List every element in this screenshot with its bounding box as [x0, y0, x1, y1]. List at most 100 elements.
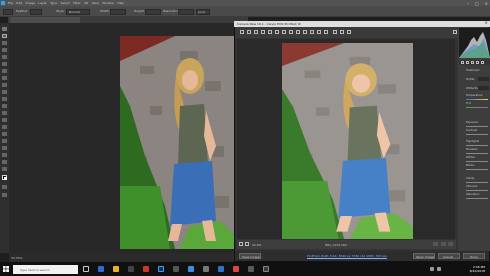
- pen-tool-icon[interactable]: [2, 125, 7, 129]
- menu-select[interactable]: Select: [60, 1, 69, 5]
- volume-icon[interactable]: [437, 267, 441, 271]
- marquee-tool-icon[interactable]: [2, 34, 7, 38]
- exposure-slider[interactable]: [466, 126, 488, 127]
- zoom-out-icon[interactable]: [239, 242, 243, 246]
- adjustment-brush-icon[interactable]: [310, 30, 314, 34]
- zoom-in-icon[interactable]: [245, 242, 249, 246]
- save-image-button[interactable]: Save Image...: [239, 253, 263, 259]
- hand-tool-icon[interactable]: [2, 153, 7, 157]
- lasso-tool-icon[interactable]: [2, 41, 7, 45]
- menu-3d[interactable]: 3D: [84, 1, 88, 5]
- saturation-slider[interactable]: [466, 198, 488, 199]
- camera-raw-photo[interactable]: [282, 43, 413, 239]
- vibrance-slider[interactable]: [466, 190, 488, 191]
- done-button[interactable]: Done: [463, 253, 485, 259]
- menu-image[interactable]: Image: [26, 1, 35, 5]
- height-input[interactable]: [145, 8, 161, 15]
- cancel-button[interactable]: Cancel: [438, 253, 460, 259]
- preview-preferences-icon[interactable]: [448, 242, 453, 246]
- straighten-tool-icon[interactable]: [282, 30, 286, 34]
- before-after-icon[interactable]: [433, 242, 438, 246]
- white-balance-tool-icon[interactable]: [254, 30, 258, 34]
- crop-tool-icon[interactable]: [275, 30, 279, 34]
- rotate-left-icon[interactable]: [340, 30, 344, 34]
- width-input[interactable]: [110, 8, 126, 15]
- menu-help[interactable]: Help: [117, 1, 124, 5]
- menu-filter[interactable]: Filter: [73, 1, 80, 5]
- word-icon[interactable]: [218, 266, 224, 272]
- zoom-level[interactable]: 22.6%: [252, 243, 262, 247]
- blur-tool-icon[interactable]: [2, 111, 7, 115]
- edge-icon[interactable]: [98, 266, 104, 272]
- eyedropper-tool-icon[interactable]: [2, 62, 7, 66]
- highlights-slider[interactable]: [466, 145, 488, 146]
- store-icon[interactable]: [128, 266, 134, 272]
- history-brush-tool-icon[interactable]: [2, 90, 7, 94]
- clarity-slider[interactable]: [466, 182, 488, 183]
- screen-mode-icon[interactable]: [2, 193, 7, 197]
- ps-zoom-readout[interactable]: 33.33%: [11, 256, 22, 260]
- dodge-tool-icon[interactable]: [2, 118, 7, 122]
- type-tool-icon[interactable]: [2, 132, 7, 136]
- zoom-tool-icon[interactable]: [2, 160, 7, 164]
- white-balance-select[interactable]: [478, 86, 489, 90]
- color-sampler-tool-icon[interactable]: [261, 30, 265, 34]
- spot-removal-tool-icon[interactable]: [296, 30, 300, 34]
- menu-view[interactable]: View: [92, 1, 99, 5]
- clone-stamp-tool-icon[interactable]: [2, 83, 7, 87]
- radial-filter-icon[interactable]: [324, 30, 328, 34]
- taskbar-search[interactable]: Type here to search: [13, 264, 78, 274]
- split-toning-tab-icon[interactable]: [481, 61, 484, 64]
- basic-panel-tab-icon[interactable]: [461, 61, 464, 64]
- workflow-options-link[interactable]: ProPhoto RGB; 8 bit; 3840 by 5760 (22.1M…: [307, 254, 387, 258]
- menu-file[interactable]: File: [8, 1, 13, 5]
- open-image-button[interactable]: Open Image: [413, 253, 435, 259]
- task-view-icon[interactable]: [83, 266, 89, 272]
- mail-icon[interactable]: [143, 266, 149, 272]
- hsl-tab-icon[interactable]: [476, 61, 479, 64]
- temperature-slider[interactable]: [466, 99, 488, 100]
- app-icon-4[interactable]: [263, 266, 269, 272]
- crop-tool-icon[interactable]: [2, 55, 7, 59]
- start-icon[interactable]: [3, 266, 9, 272]
- quick-mask-icon[interactable]: [2, 185, 7, 189]
- resolution-input[interactable]: [178, 8, 194, 15]
- taskbar-clock[interactable]: 2:06 PM 8/10/2018: [470, 265, 485, 274]
- feather-input[interactable]: [30, 8, 42, 15]
- healing-brush-tool-icon[interactable]: [2, 69, 7, 73]
- rotate-right-icon[interactable]: [347, 30, 351, 34]
- preferences-icon[interactable]: [333, 30, 337, 34]
- gradient-tool-icon[interactable]: [2, 104, 7, 108]
- menu-window[interactable]: Window: [102, 1, 114, 5]
- network-icon[interactable]: [430, 267, 434, 271]
- path-select-tool-icon[interactable]: [2, 139, 7, 143]
- acrobat-icon[interactable]: [233, 266, 239, 272]
- document-photo[interactable]: [120, 36, 236, 249]
- minimize-icon[interactable]: –: [467, 1, 469, 6]
- maximize-icon[interactable]: □: [475, 1, 479, 6]
- transform-tool-icon[interactable]: [289, 30, 293, 34]
- dialog-close-icon[interactable]: ×: [484, 21, 488, 26]
- quick-select-tool-icon[interactable]: [2, 48, 7, 52]
- file-explorer-icon[interactable]: [113, 266, 119, 272]
- app-icon-3[interactable]: [248, 266, 254, 272]
- edit-toolbar-icon[interactable]: [2, 167, 7, 171]
- toggle-settings-icon[interactable]: [441, 242, 446, 246]
- hand-tool-icon[interactable]: [247, 30, 251, 34]
- fullscreen-icon[interactable]: [453, 30, 457, 34]
- contrast-slider[interactable]: [466, 134, 488, 135]
- zoom-tool-icon[interactable]: [240, 30, 244, 34]
- shape-tool-icon[interactable]: [2, 146, 7, 150]
- menu-layer[interactable]: Layer: [38, 1, 46, 5]
- graduated-filter-icon[interactable]: [317, 30, 321, 34]
- brush-tool-icon[interactable]: [2, 76, 7, 80]
- tool-preset-picker[interactable]: [3, 8, 13, 15]
- whites-slider[interactable]: [466, 161, 488, 162]
- resolution-unit-select[interactable]: px/in: [196, 8, 210, 15]
- photoshop-taskbar-icon[interactable]: [158, 266, 164, 272]
- app-icon-2[interactable]: [203, 266, 209, 272]
- eraser-tool-icon[interactable]: [2, 97, 7, 101]
- targeted-adjustment-tool-icon[interactable]: [268, 30, 272, 34]
- style-select[interactable]: Normal: [66, 8, 90, 15]
- blacks-slider[interactable]: [466, 169, 488, 170]
